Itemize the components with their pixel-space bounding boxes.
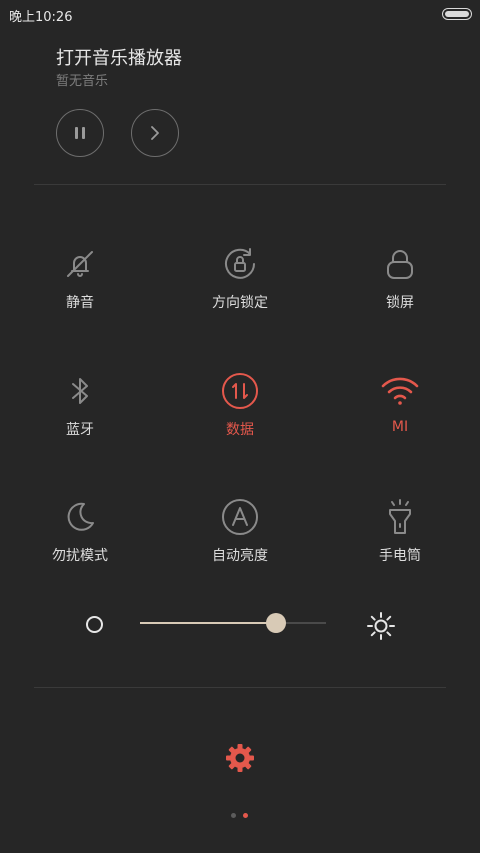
toggle-flashlight[interactable]: 手电筒 xyxy=(320,493,480,583)
gear-icon xyxy=(226,744,254,772)
toggle-label: 锁屏 xyxy=(386,295,414,311)
divider xyxy=(34,184,446,185)
pause-button[interactable] xyxy=(56,109,104,157)
toggle-auto-brightness[interactable]: 自动亮度 xyxy=(160,493,320,583)
pause-icon xyxy=(75,127,85,139)
brightness-low-icon xyxy=(86,616,103,633)
bell-off-icon xyxy=(56,240,104,288)
flashlight-icon xyxy=(376,493,424,541)
toggle-wifi[interactable]: MI xyxy=(320,367,480,457)
toggle-label: 数据 xyxy=(226,422,254,438)
settings-button[interactable] xyxy=(223,741,257,775)
bluetooth-icon xyxy=(56,367,104,415)
toggle-bluetooth[interactable]: 蓝牙 xyxy=(0,367,160,457)
moon-icon xyxy=(56,493,104,541)
mobile-data-icon xyxy=(216,367,264,415)
toggle-label: 勿扰模式 xyxy=(52,548,108,564)
toggle-rotation-lock[interactable]: 方向锁定 xyxy=(160,240,320,330)
wifi-icon xyxy=(376,367,424,415)
brightness-high-icon xyxy=(366,611,396,645)
next-button[interactable] xyxy=(131,109,179,157)
auto-brightness-icon xyxy=(216,493,264,541)
music-player-title[interactable]: 打开音乐播放器 xyxy=(56,44,182,70)
toggle-do-not-disturb[interactable]: 勿扰模式 xyxy=(0,493,160,583)
lock-icon xyxy=(376,240,424,288)
status-bar: 晚上10:26 xyxy=(0,0,480,26)
toggle-label: 自动亮度 xyxy=(212,548,268,564)
rotation-lock-icon xyxy=(216,240,264,288)
toggle-lock-screen[interactable]: 锁屏 xyxy=(320,240,480,330)
toggle-label: 静音 xyxy=(66,295,94,311)
toggle-label: 手电筒 xyxy=(379,548,421,564)
brightness-slider-thumb[interactable] xyxy=(266,613,286,633)
battery-icon xyxy=(442,8,472,20)
toggle-mobile-data[interactable]: 数据 xyxy=(160,367,320,457)
page-indicator-dot-active xyxy=(243,813,248,818)
music-player-subtitle: 暂无音乐 xyxy=(56,74,109,89)
toggle-label: 蓝牙 xyxy=(66,422,94,438)
brightness-slider-fill xyxy=(140,622,276,624)
status-time: 晚上10:26 xyxy=(9,10,73,25)
toggle-label: MI xyxy=(391,419,409,435)
toggle-label: 方向锁定 xyxy=(212,295,268,311)
toggle-mute[interactable]: 静音 xyxy=(0,240,160,330)
page-indicator-dot xyxy=(231,813,236,818)
divider xyxy=(34,687,446,688)
chevron-right-icon xyxy=(151,126,159,140)
brightness-slider[interactable] xyxy=(140,622,326,624)
